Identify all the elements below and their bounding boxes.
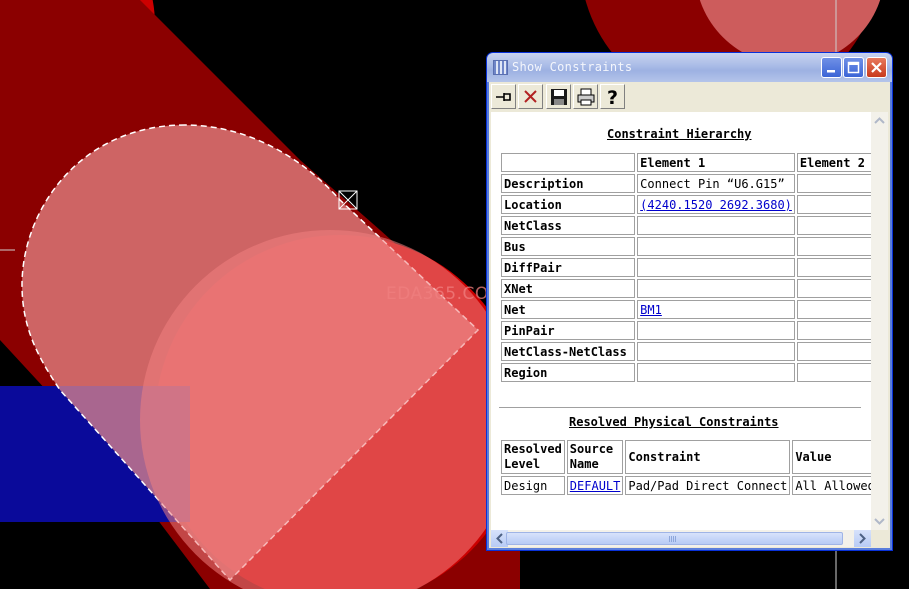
element-2-cell (796, 363, 871, 382)
window-title: Show Constraints (512, 60, 633, 74)
minimize-icon (827, 70, 835, 73)
hierarchy-row-label: XNet (501, 279, 636, 298)
element-1-header: Element 1 (637, 153, 795, 172)
element-1-cell: (4240.1520 2692.3680) (637, 195, 795, 214)
value-cell: All Allowed (792, 476, 871, 495)
close-icon (871, 62, 882, 73)
source-name-header: Source Name (566, 440, 624, 474)
horizontal-scroll-thumb[interactable] (506, 532, 843, 545)
element-2-cell (796, 279, 871, 298)
chevron-right-icon (859, 533, 866, 544)
value-header: Value (792, 440, 871, 474)
maximize-button[interactable] (843, 57, 864, 78)
chevron-down-icon (874, 518, 885, 525)
element-1-cell: BM1 (637, 300, 795, 319)
hierarchy-row-label: DiffPair (501, 258, 636, 277)
show-constraints-window: Show Constraints ? Constraint Hierarchy (486, 52, 893, 551)
hierarchy-row-label: PinPair (501, 321, 636, 340)
element-2-cell (796, 195, 871, 214)
hierarchy-table: Element 1 Element 2 Description Connect P… (499, 151, 871, 384)
element-2-cell (796, 216, 871, 235)
hierarchy-row: Location (4240.1520 2692.3680) (501, 195, 871, 214)
element-2-cell (796, 174, 871, 193)
resolved-constraints-heading: Resolved Physical Constraints (569, 415, 779, 429)
element-2-cell (796, 258, 871, 277)
grip-icon (669, 536, 677, 542)
print-button[interactable] (573, 84, 598, 109)
hierarchy-row: NetClass (501, 216, 871, 235)
close-button[interactable] (866, 57, 887, 78)
vertical-scrollbar[interactable] (871, 112, 888, 530)
section-divider (499, 407, 861, 409)
hierarchy-row-label: Location (501, 195, 636, 214)
chevron-up-icon (874, 117, 885, 124)
element-1-cell (637, 258, 795, 277)
element-2-cell (796, 237, 871, 256)
delete-button[interactable] (518, 84, 543, 109)
hierarchy-row-label: NetClass-NetClass (501, 342, 636, 361)
maximize-icon (847, 61, 860, 74)
constraint-cell: Pad/Pad Direct Connect (625, 476, 791, 495)
hierarchy-row: Region (501, 363, 871, 382)
help-button[interactable]: ? (600, 84, 625, 109)
hierarchy-row-label: Bus (501, 237, 636, 256)
element-1-cell: Connect Pin “U6.G15” (637, 174, 795, 193)
resolved-table: Resolved Level Source Name Constraint Va… (499, 438, 871, 497)
constraint-report: Constraint Hierarchy Element 1 Element 2… (491, 112, 871, 530)
element-1-link[interactable]: BM1 (640, 303, 662, 317)
element-1-cell (637, 321, 795, 340)
element-1-cell (637, 216, 795, 235)
hierarchy-row: NetClass-NetClass (501, 342, 871, 361)
hierarchy-corner-cell (501, 153, 636, 172)
hierarchy-row: DiffPair (501, 258, 871, 277)
minimize-button[interactable] (821, 57, 842, 78)
hierarchy-row-label: Net (501, 300, 636, 319)
delete-x-icon (524, 90, 537, 103)
title-bar[interactable]: Show Constraints (487, 53, 892, 82)
toolbar: ? (491, 83, 628, 110)
horizontal-scrollbar[interactable] (491, 530, 871, 547)
save-disk-icon (551, 89, 567, 105)
element-1-cell (637, 237, 795, 256)
hierarchy-row-label: Region (501, 363, 636, 382)
hierarchy-row-label: Description (501, 174, 636, 193)
element-1-cell (637, 279, 795, 298)
constraint-hierarchy-heading: Constraint Hierarchy (607, 127, 752, 141)
scroll-up-button[interactable] (871, 112, 888, 129)
app-icon (493, 60, 508, 75)
scroll-corner (871, 530, 888, 547)
hierarchy-row: PinPair (501, 321, 871, 340)
resolved-level-cell: Design (501, 476, 565, 495)
constraint-header: Constraint (625, 440, 791, 474)
hierarchy-row: Description Connect Pin “U6.G15” (501, 174, 871, 193)
pin-icon (496, 93, 511, 101)
scroll-down-button[interactable] (871, 513, 888, 530)
save-button[interactable] (546, 84, 571, 109)
scroll-right-button[interactable] (854, 530, 871, 547)
svg-text:?: ? (607, 87, 618, 107)
source-name-cell: DEFAULT (566, 476, 624, 495)
element-2-cell (796, 321, 871, 340)
element-2-cell (796, 300, 871, 319)
resolved-level-header: Resolved Level (501, 440, 565, 474)
source-name-link[interactable]: DEFAULT (570, 479, 621, 493)
element-2-header: Element 2 (796, 153, 871, 172)
print-icon (577, 88, 595, 106)
element-1-link[interactable]: (4240.1520 2692.3680) (640, 198, 792, 212)
hierarchy-row-label: NetClass (501, 216, 636, 235)
help-question-icon: ? (607, 87, 618, 107)
element-1-cell (637, 363, 795, 382)
hierarchy-row: Net BM1 (501, 300, 871, 319)
hierarchy-row: XNet (501, 279, 871, 298)
element-1-cell (637, 342, 795, 361)
hierarchy-row: Bus (501, 237, 871, 256)
pin-button[interactable] (491, 84, 516, 109)
resolved-header-row: Resolved Level Source Name Constraint Va… (501, 440, 871, 474)
element-2-cell (796, 342, 871, 361)
resolved-row: Design DEFAULT Pad/Pad Direct Connect Al… (501, 476, 871, 495)
hierarchy-header-row: Element 1 Element 2 (501, 153, 871, 172)
